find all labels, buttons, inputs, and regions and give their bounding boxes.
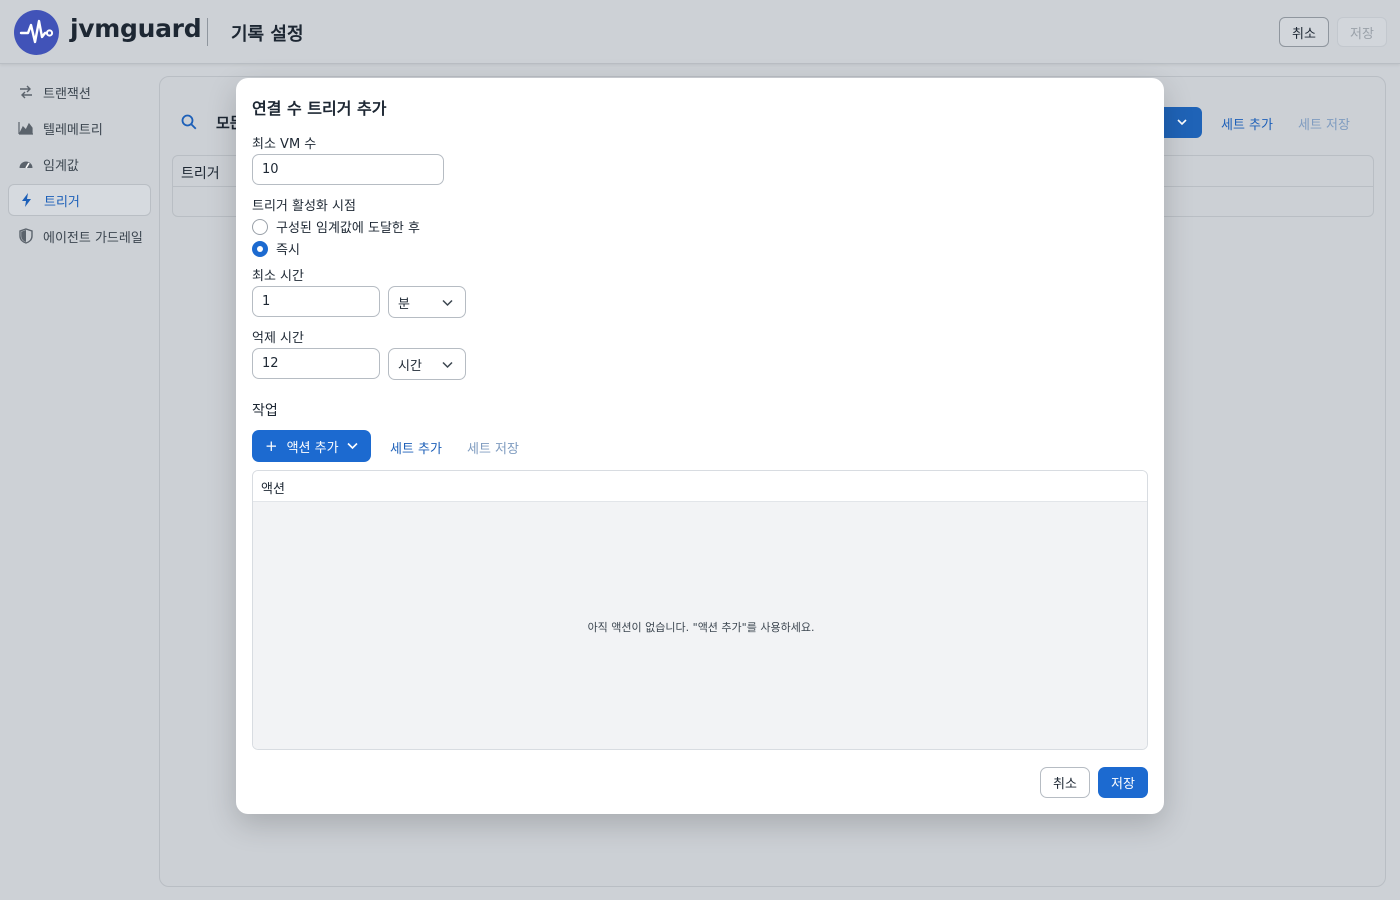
app-header: jvmguard 기록 설정 취소 저장	[0, 0, 1400, 64]
chevron-down-icon	[442, 361, 453, 369]
add-action-button[interactable]: + 액션 추가	[252, 430, 371, 462]
dialog-cancel-button[interactable]: 취소	[1040, 767, 1090, 798]
radio-label: 구성된 임계값에 도달한 후	[276, 221, 420, 236]
min-time-input[interactable]	[252, 286, 380, 317]
sidebar-item-agent-guardrails[interactable]: 에이전트 가드레일	[8, 220, 151, 252]
actions-empty-state: 아직 액션이 없습니다. "액션 추가"를 사용하세요.	[253, 502, 1147, 749]
suppress-time-input[interactable]	[252, 348, 380, 379]
header-save-button[interactable]: 저장	[1337, 17, 1387, 47]
heartbeat-icon	[19, 19, 54, 44]
chevron-down-icon	[347, 442, 358, 450]
min-time-unit-select[interactable]: 분	[388, 286, 466, 318]
sidebar-item-label: 트리거	[44, 194, 80, 210]
header-cancel-button[interactable]: 취소	[1279, 17, 1329, 47]
gauge-icon	[18, 156, 34, 172]
sidebar-item-triggers[interactable]: 트리거	[8, 184, 151, 216]
header-divider	[207, 18, 208, 46]
suppress-time-label: 억제 시간	[252, 331, 304, 346]
page-title: 기록 설정	[231, 24, 304, 45]
radio-button[interactable]	[252, 218, 268, 235]
background-add-set-link[interactable]: 세트 추가	[1221, 114, 1273, 133]
sidebar-item-transactions[interactable]: 트랜잭션	[8, 76, 151, 108]
select-value: 시간	[398, 358, 422, 374]
min-vm-label: 최소 VM 수	[252, 137, 317, 152]
brand-name: jvmguard	[70, 14, 202, 43]
area-chart-icon	[18, 120, 34, 136]
radio-button-selected[interactable]	[252, 240, 268, 257]
suppress-time-unit-select[interactable]: 시간	[388, 348, 466, 380]
min-time-label: 최소 시간	[252, 269, 304, 284]
sidebar-item-label: 트랜잭션	[43, 86, 91, 102]
add-trigger-dialog: 연결 수 트리거 추가 최소 VM 수 트리거 활성화 시점 구성된 임계값에 …	[236, 78, 1164, 814]
select-value: 분	[398, 296, 410, 312]
actions-table-header: 액션	[253, 471, 1147, 502]
background-save-set-link[interactable]: 세트 저장	[1298, 114, 1350, 133]
actions-table: 액션 아직 액션이 없습니다. "액션 추가"를 사용하세요.	[252, 470, 1148, 750]
chevron-down-icon	[442, 299, 453, 307]
activation-label: 트리거 활성화 시점	[252, 199, 356, 214]
save-set-link[interactable]: 세트 저장	[467, 438, 519, 457]
transaction-arrows-icon	[18, 84, 34, 100]
chevron-down-icon	[1177, 119, 1187, 126]
radio-after-threshold[interactable]: 구성된 임계값에 도달한 후	[252, 217, 420, 236]
sidebar-item-thresholds[interactable]: 임계값	[8, 148, 151, 180]
empty-state-text: 아직 액션이 없습니다. "액션 추가"를 사용하세요.	[587, 620, 815, 634]
sidebar-item-label: 임계값	[43, 158, 79, 174]
logo	[14, 10, 59, 55]
dialog-title: 연결 수 트리거 추가	[252, 99, 387, 118]
sidebar: 트랜잭션 텔레메트리 임계값 트리거 에이전트 가드레일	[8, 76, 151, 256]
lightning-icon	[19, 192, 35, 208]
radio-label: 즉시	[276, 243, 300, 258]
search-icon	[180, 113, 198, 135]
add-set-link[interactable]: 세트 추가	[390, 438, 442, 457]
min-vm-input[interactable]	[252, 154, 444, 185]
plus-icon: +	[265, 437, 278, 455]
radio-immediately[interactable]: 즉시	[252, 239, 300, 258]
sidebar-item-label: 에이전트 가드레일	[43, 230, 143, 246]
shield-icon	[18, 228, 34, 244]
add-action-label: 액션 추가	[286, 440, 339, 456]
dialog-save-button[interactable]: 저장	[1098, 767, 1148, 798]
actions-section-title: 작업	[252, 403, 278, 419]
sidebar-item-label: 텔레메트리	[43, 122, 103, 138]
sidebar-item-telemetry[interactable]: 텔레메트리	[8, 112, 151, 144]
